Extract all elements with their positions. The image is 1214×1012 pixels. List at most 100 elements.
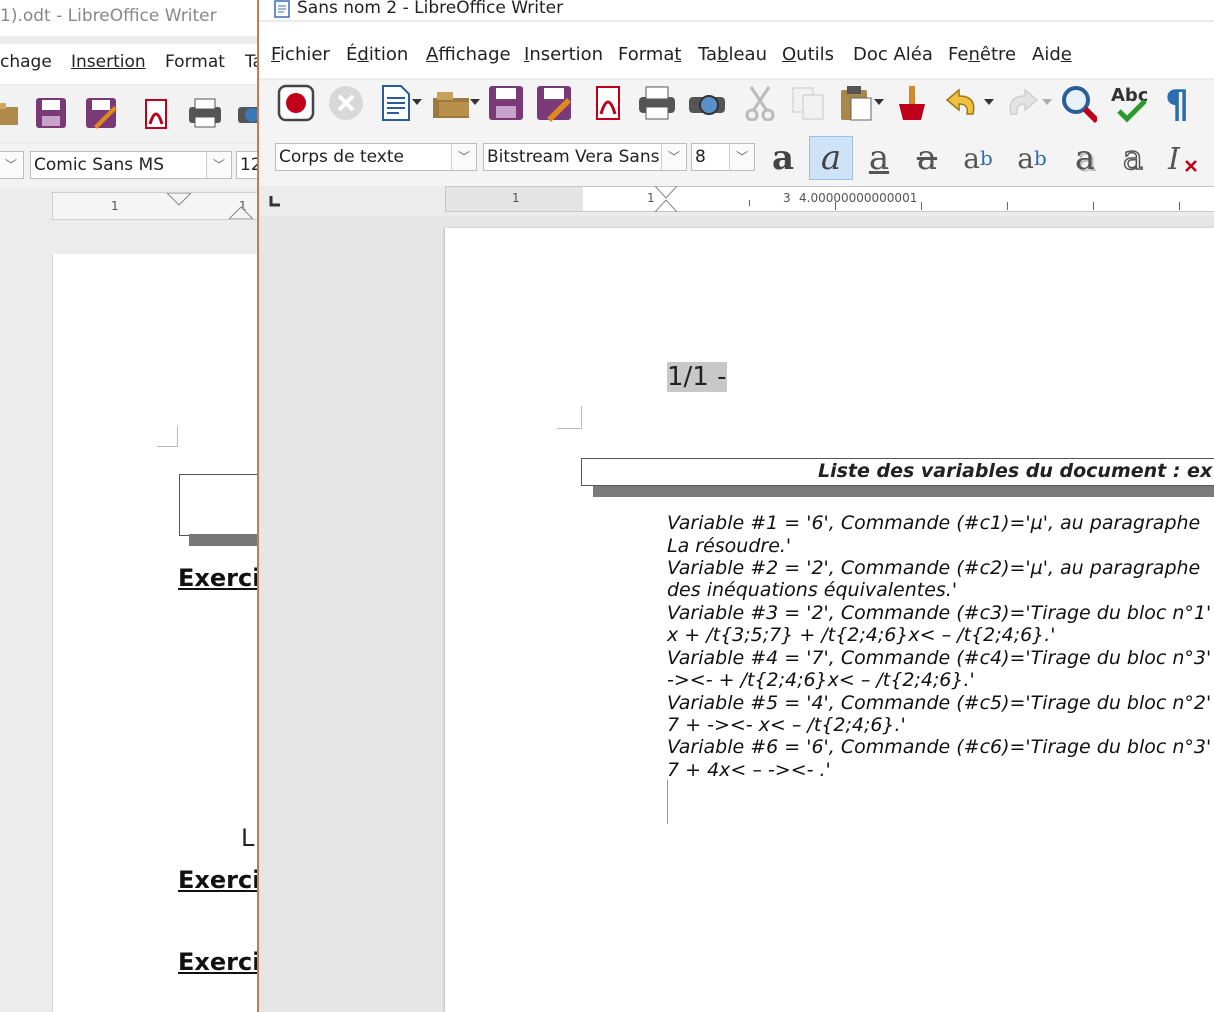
back-standard-toolbar [0,86,258,142]
save-as-icon[interactable] [535,84,573,122]
save-icon[interactable] [487,84,525,122]
title-frame-shadow [189,534,258,546]
chevron-down-icon [1039,84,1055,122]
formatting-marks-icon[interactable]: ¶ [1159,83,1197,123]
menu-affichage-accel: A [426,44,439,65]
menu-affichage-post: ffichage [438,44,511,65]
underline-icon[interactable]: a [857,136,901,180]
title-box-shadow [593,486,1214,497]
font-name-value: Bitstream Vera Sans [487,147,660,167]
paste-icon[interactable] [837,84,875,122]
open-icon[interactable] [0,94,24,132]
back-window-title: 1).odt - LibreOffice Writer [0,6,217,26]
save-icon[interactable] [32,94,70,132]
menu-affichage[interactable]: Affichage [426,44,511,65]
back-formatting-toolbar: ﹀ Comic Sans MS ﹀ 12 [0,144,258,188]
document-page[interactable]: 1/1 - Liste des variables du document : … [445,228,1214,1012]
clear-formatting-icon[interactable]: I [1161,136,1205,180]
variable-line: Variable #2 = '2', Commande (#c2)='µ', a… [667,557,1201,579]
menu-fenetre[interactable]: Fenêtre [948,44,1016,65]
menu-outils-post: utils [796,44,835,65]
outline-icon[interactable]: a [1111,136,1155,180]
back-font-size-combo[interactable]: 12 [236,151,258,179]
superscript-icon[interactable]: ab [953,136,1003,180]
chevron-down-icon[interactable]: ﹀ [661,144,686,170]
menu-format[interactable]: Format [618,44,681,65]
back-writer-window[interactable]: 1).odt - LibreOffice Writer chage Insert… [0,0,258,1012]
text-boundary-corner [157,426,178,447]
font-name-combo[interactable]: Bitstream Vera Sans ﹀ [483,143,687,171]
ruler-tooltip-value: 4.00000000000001 [799,191,918,205]
chevron-down-icon[interactable]: ﹀ [729,144,754,170]
variable-line: -><- + /t{2;4;6}x< – /t{2;4;6}.' [667,669,975,691]
find-replace-icon[interactable] [1059,84,1097,123]
menu-doc-alea[interactable]: Doc Aléa [853,44,933,65]
indent-marker-icon[interactable] [167,193,191,207]
back-font-name-combo[interactable]: Comic Sans MS ﹀ [30,151,232,179]
back-menu-format[interactable]: Format [165,52,225,72]
print-icon[interactable] [637,84,675,122]
undo-icon[interactable] [943,84,981,122]
chevron-down-icon[interactable] [467,84,483,122]
front-window-title: Sans nom 2 - LibreOffice Writer [297,0,564,18]
print-icon[interactable] [186,94,224,132]
variable-line: x + /t{3;5;7} + /t{2;4;6}x< – /t{2;4;6}.… [667,624,1056,646]
variable-line: 7 + -><- x< – /t{2;4;6}.' [667,714,906,736]
ruler-tick [921,202,922,210]
variable-line: Variable #4 = '7', Commande (#c4)='Tirag… [667,647,1212,669]
tab-type-icon[interactable] [269,194,283,208]
save-as-icon[interactable] [82,94,120,132]
bold-icon[interactable]: a [761,136,805,180]
back-style-combo[interactable]: ﹀ [0,151,24,179]
variable-line: Variable #3 = '2', Commande (#c3)='Tirag… [667,602,1212,624]
ruler-number: 3 [783,191,791,205]
export-pdf-icon[interactable] [589,84,627,122]
shadow-icon[interactable]: a [1063,136,1107,180]
back-menu-insertion[interactable]: Insertion [71,52,146,72]
back-document-page[interactable]: Exerci L Exerci Exerci [52,254,258,1012]
chevron-down-icon[interactable] [981,84,997,122]
menu-aide[interactable]: Aide [1032,44,1072,65]
back-font-size: 12 [240,155,258,175]
menu-fichier[interactable]: Fichier [271,44,330,65]
print-preview-icon[interactable] [687,84,725,122]
menu-format-accel: t [674,44,682,65]
export-pdf-icon[interactable] [136,94,174,132]
front-standard-toolbar: Abc ¶ [259,80,1214,132]
menu-insertion[interactable]: Insertion [524,44,603,65]
redo-icon [1001,84,1039,122]
chevron-down-icon[interactable] [871,84,887,122]
chevron-down-icon[interactable] [409,84,425,122]
page-number-field: 1/1 - [667,362,727,392]
menu-fichier-accel: F [271,44,281,65]
subscript-icon[interactable]: ab [1007,136,1057,180]
paragraph-style-combo[interactable]: Corps de texte ﹀ [275,143,477,171]
italic-icon[interactable]: a [809,136,853,180]
indent-marker-icon[interactable] [229,205,253,219]
front-ruler-bar[interactable]: 1 1 3 4.00000000000001 [259,186,1214,216]
menu-tableau-accel: b [717,44,729,65]
font-size-combo[interactable]: 8 ﹀ [691,143,755,171]
strikethrough-icon[interactable]: a [905,136,949,180]
print-preview-icon[interactable] [232,94,258,132]
back-menu-affichage[interactable]: chage [0,52,52,72]
menu-tableau-post: leau [728,44,767,65]
front-writer-window[interactable]: Sans nom 2 - LibreOffice Writer Fichier … [257,0,1214,1012]
menu-fichier-post: ichier [280,44,330,65]
open-icon[interactable] [431,84,469,122]
chevron-down-icon[interactable]: ﹀ [206,152,231,178]
chevron-down-icon[interactable]: ﹀ [0,152,23,178]
indent-marker-icon[interactable] [655,186,677,212]
record-macro-icon[interactable] [277,84,315,122]
menu-edition[interactable]: Édition [346,44,408,65]
clone-formatting-icon[interactable] [891,84,929,122]
menu-outils[interactable]: Outils [782,44,834,65]
menu-tableau[interactable]: Tableau [698,44,767,65]
cut-icon [741,84,779,122]
chevron-down-icon[interactable]: ﹀ [451,144,476,170]
back-ruler[interactable]: 1 1 [52,192,258,220]
menu-outils-accel: O [782,44,797,65]
spelling-icon[interactable]: Abc [1109,84,1147,123]
page-field-shaded: 1/1 - [667,362,727,392]
menu-insertion-post: nsertion [529,44,604,65]
